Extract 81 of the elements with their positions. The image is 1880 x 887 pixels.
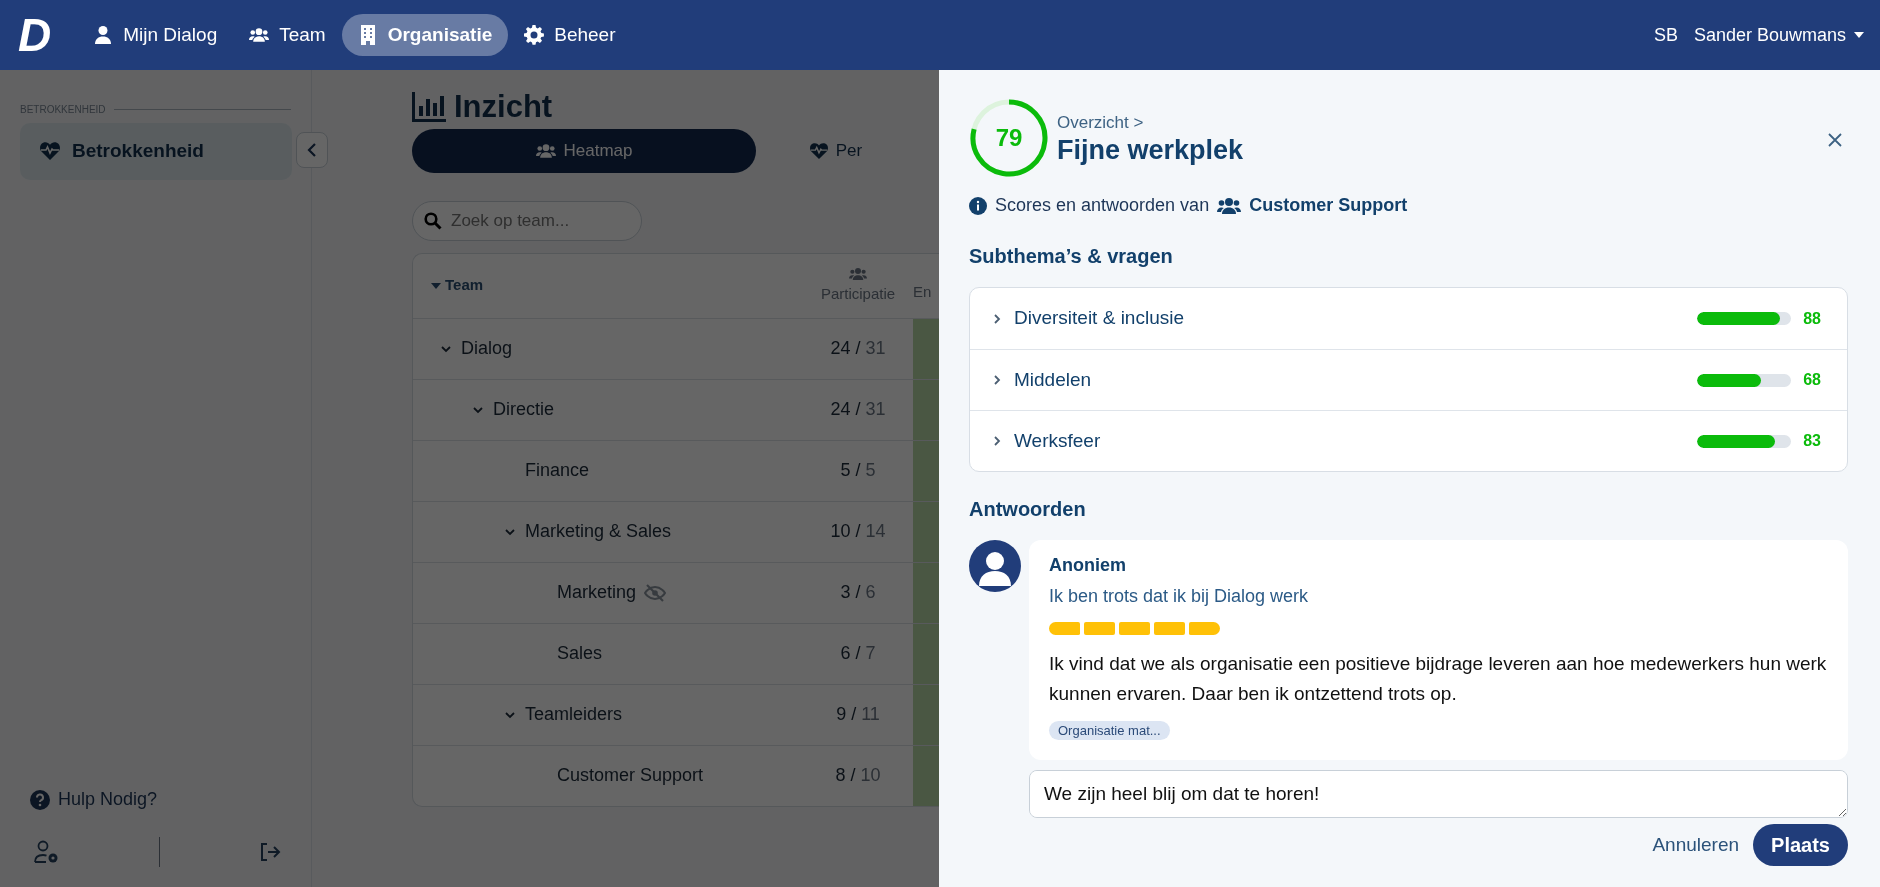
group-icon [249,25,270,45]
nav-link[interactable]: Organisatie [341,13,509,57]
nav-link[interactable]: Team [233,13,342,57]
sidebar-item[interactable]: Betrokkenheid [20,123,292,180]
participation-cell-text: 6 / 7 [839,642,877,666]
info-icon [969,196,987,215]
team-name[interactable]: Teamleiders [525,701,623,729]
submit-button[interactable]: Plaats [1753,823,1848,866]
subtheme-label[interactable]: Middelen [1014,365,1697,395]
help-link[interactable]: Hulp Nodig? [20,786,291,813]
score-value: 88 [1802,308,1821,329]
close-icon [1828,132,1842,147]
score-value: 79 [995,123,1023,153]
reply-field[interactable]: We zijn heel blij om dat te horen! [1029,769,1848,818]
score-value: 83 [1802,431,1821,451]
heatmap-cell [913,501,939,562]
team-name[interactable]: Dialog [461,335,513,363]
settings-icon [524,25,545,45]
panel-title: Fijne werkplek [1057,135,1245,166]
user-icon [93,25,114,45]
score-value: 68 [1802,370,1821,390]
nav-link[interactable]: Beheer [508,13,632,57]
heatmap-cell [913,745,939,806]
participation-cell-text: 8 / 10 [834,764,882,788]
participation-cell-text: 24 / 31 [829,398,887,422]
section-heading: Antwoorden [969,497,1087,522]
heart-pulse-icon [40,142,60,161]
logout-icon[interactable] [259,842,281,862]
column-header: En [913,282,932,303]
participation-cell-text: 9 / 11 [835,703,881,727]
logo[interactable]: D [18,12,50,58]
rating-segment [1084,622,1115,635]
section-heading: Subthema’s & vragen [969,244,1174,269]
user-initials: SB [1653,23,1678,47]
column-header[interactable]: Team [431,274,484,297]
chevron-left-icon [306,142,318,158]
participation-cell-text: 5 / 5 [839,459,877,483]
subtheme-label[interactable]: Werksfeer [1014,426,1697,456]
heatmap-cell [913,440,939,501]
participation-cell-text: 10 / 14 [829,520,887,544]
heatmap-cell [913,562,939,623]
participation-cell-text: 3 / 6 [839,581,877,605]
question-text: Ik ben trots dat ik bij Dialog werk [1049,585,1310,608]
heatmap-cell [913,318,939,379]
tab[interactable]: Heatmap [412,129,756,173]
tab[interactable]: Per [806,129,866,173]
sort-caret-icon [431,282,441,289]
caret-icon [1854,32,1864,38]
user-settings-icon[interactable] [34,840,60,864]
nav-link[interactable]: Mijn Dialog [77,13,234,57]
avatar [969,540,1021,592]
breadcrumb-link[interactable]: Overzicht > [1057,110,1822,136]
participation-cell-text: 24 / 31 [829,337,887,361]
team-name[interactable]: Finance [525,457,590,485]
rating-segment [1189,622,1220,635]
column-header: Participatie [820,284,896,305]
page-title: Inzicht [454,88,553,126]
rating-segment [1049,622,1080,635]
search-icon [424,211,442,230]
heatmap-cell [913,684,939,745]
team-name: Customer Support [1249,194,1408,217]
rating-segment [1154,622,1185,635]
team-name[interactable]: Directie [493,396,554,424]
team-name[interactable]: Customer Support [557,762,704,790]
rating-segment [1119,622,1150,635]
heatmap-cell [913,379,939,440]
tag: Organisatie mat... [1049,720,1170,740]
cancel-link[interactable]: Annuleren [1646,829,1746,861]
team-name[interactable]: Sales [557,640,603,668]
team-name[interactable]: Marketing & Sales [525,518,672,546]
heatmap-cell [913,623,939,684]
collapse-button[interactable] [296,132,328,168]
bar-chart-icon [412,91,446,122]
info-text: Scores en antwoorden van [995,194,1210,217]
subtheme-label[interactable]: Diversiteit & inclusie [1014,304,1697,333]
answer-text: Ik vind dat we als organisatie een positieve bijdrage leveren aan hoe medewerkers hun werk kunnen ervaren. Daar ben ik ontzettend trots op. [1049,652,1828,707]
user-menu-button[interactable]: Sander Bouwmans [1693,21,1864,49]
author-name: Anoniem [1049,554,1127,577]
heart-pulse-icon [809,141,828,160]
help-icon [30,789,50,810]
team-name[interactable]: Marketing [557,579,637,607]
